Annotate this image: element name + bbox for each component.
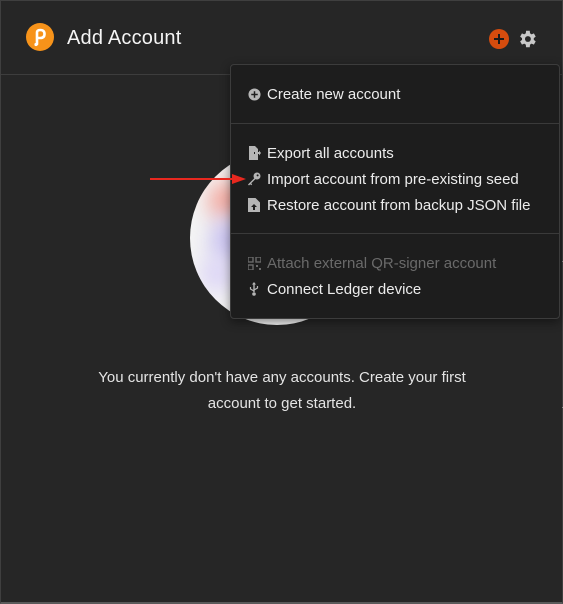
- menu-item-label: Connect Ledger device: [267, 280, 422, 298]
- menu-item-export-all-accounts[interactable]: Export all accounts: [247, 141, 553, 165]
- empty-state-line-2: account to get started.: [207, 395, 357, 412]
- file-export-icon: [247, 146, 261, 160]
- plus-circle-icon: [247, 87, 261, 101]
- menu-item-label: Restore account from backup JSON file: [267, 196, 531, 214]
- annotation-arrow: [150, 174, 246, 184]
- menu-divider: [231, 123, 559, 124]
- menu-item-label: Attach external QR-signer account: [267, 254, 497, 272]
- file-upload-icon: [247, 198, 261, 212]
- add-account-button[interactable]: [488, 28, 510, 50]
- menu-divider: [231, 233, 559, 234]
- settings-dropdown-menu: Create new account Export all accounts I…: [230, 64, 560, 319]
- menu-item-restore-from-json[interactable]: Restore account from backup JSON file: [247, 193, 553, 217]
- menu-item-label: Create new account: [267, 85, 401, 103]
- menu-item-create-new-account[interactable]: Create new account: [247, 82, 553, 106]
- settings-gear-button[interactable]: [516, 28, 538, 50]
- menu-item-import-from-seed[interactable]: Import account from pre-existing seed: [247, 167, 553, 191]
- page-title: Add Account: [67, 27, 182, 49]
- empty-state-line-1: You currently don't have any accounts. C…: [98, 369, 466, 386]
- menu-item-attach-qr-signer: Attach external QR-signer account: [247, 251, 553, 275]
- qrcode-icon: [247, 256, 261, 270]
- key-icon: [247, 172, 261, 186]
- menu-item-label: Export all accounts: [267, 144, 394, 162]
- menu-item-connect-ledger[interactable]: Connect Ledger device: [247, 277, 553, 301]
- empty-state-message: You currently don't have any accounts. C…: [61, 365, 503, 417]
- menu-item-label: Import account from pre-existing seed: [267, 170, 519, 188]
- usb-icon: [247, 282, 261, 296]
- polkadot-logo-icon: [26, 23, 54, 51]
